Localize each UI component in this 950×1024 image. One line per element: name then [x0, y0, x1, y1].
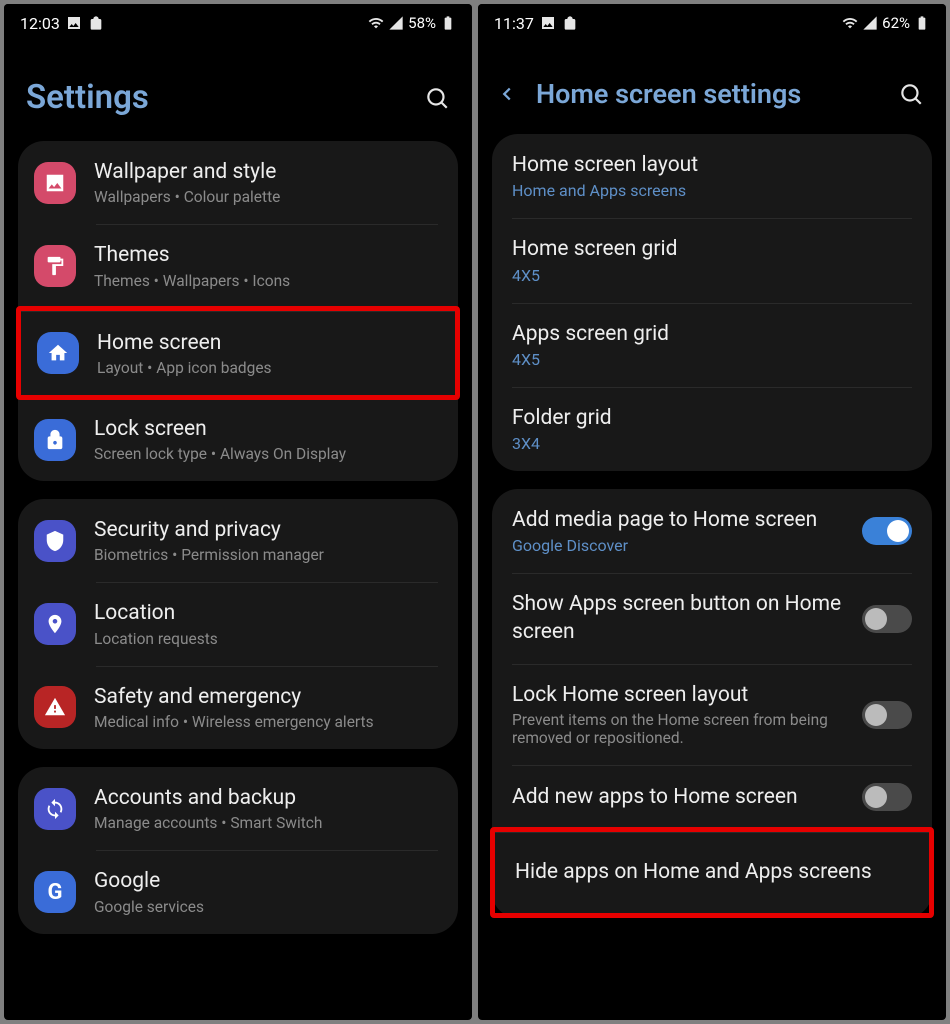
status-bar: 12:03 58%	[4, 4, 472, 42]
item-title: Home screen	[97, 330, 439, 357]
search-icon[interactable]	[898, 81, 924, 107]
item-subtitle: 4X5	[512, 350, 912, 369]
item-title: Accounts and backup	[94, 785, 442, 812]
settings-item-location[interactable]: Location Location requests	[18, 582, 458, 665]
back-icon[interactable]	[496, 83, 518, 105]
item-subtitle: Google Discover	[512, 536, 852, 555]
item-home-grid[interactable]: Home screen grid 4X5	[492, 218, 932, 302]
page-title: Settings	[26, 78, 149, 117]
location-icon	[34, 603, 76, 645]
status-time: 12:03	[20, 14, 60, 33]
search-icon[interactable]	[424, 85, 450, 111]
item-media-page[interactable]: Add media page to Home screen Google Dis…	[492, 489, 932, 573]
settings-item-safety[interactable]: Safety and emergency Medical info • Wire…	[18, 666, 458, 749]
battery-icon	[914, 15, 930, 31]
item-folder-grid[interactable]: Folder grid 3X4	[492, 387, 932, 471]
toggle-show-apps[interactable]	[862, 605, 912, 633]
settings-item-wallpaper[interactable]: Wallpaper and style Wallpapers • Colour …	[18, 141, 458, 224]
image-icon	[540, 15, 556, 31]
image-icon	[66, 15, 82, 31]
item-title: Lock Home screen layout	[512, 682, 852, 709]
home-screen-settings-screen: 11:37 62% Home screen settings Home scre…	[478, 4, 946, 1020]
toggle-add-new[interactable]	[862, 783, 912, 811]
item-subtitle: Medical info • Wireless emergency alerts	[94, 713, 442, 731]
settings-item-security[interactable]: Security and privacy Biometrics • Permis…	[18, 499, 458, 582]
item-title: Google	[94, 868, 442, 895]
item-title: Lock screen	[94, 416, 442, 443]
home-settings-group-options: Add media page to Home screen Google Dis…	[492, 489, 932, 917]
bag-icon	[562, 15, 578, 31]
header: Settings	[4, 42, 472, 141]
status-bar: 11:37 62%	[478, 4, 946, 42]
item-hide-apps[interactable]: Hide apps on Home and Apps screens	[495, 832, 929, 912]
item-title: Security and privacy	[94, 517, 442, 544]
item-subtitle: Layout • App icon badges	[97, 359, 439, 377]
signal-icon	[862, 15, 878, 31]
shield-icon	[34, 520, 76, 562]
settings-group-appearance: Wallpaper and style Wallpapers • Colour …	[18, 141, 458, 481]
wallpaper-icon	[34, 162, 76, 204]
settings-item-themes[interactable]: Themes Themes • Wallpapers • Icons	[18, 224, 458, 307]
settings-content[interactable]: Wallpaper and style Wallpapers • Colour …	[4, 141, 472, 1020]
settings-item-google[interactable]: G Google Google services	[18, 850, 458, 933]
item-title: Home screen layout	[512, 152, 912, 179]
item-title: Folder grid	[512, 405, 912, 432]
item-title: Home screen grid	[512, 236, 912, 263]
header: Home screen settings	[478, 42, 946, 134]
google-icon: G	[34, 871, 76, 913]
page-title: Home screen settings	[536, 78, 801, 110]
item-title: Safety and emergency	[94, 684, 442, 711]
settings-group-security: Security and privacy Biometrics • Permis…	[18, 499, 458, 749]
highlight-hide-apps: Hide apps on Home and Apps screens	[490, 827, 934, 917]
signal-icon	[388, 15, 404, 31]
item-subtitle: 4X5	[512, 266, 912, 285]
status-battery: 58%	[408, 14, 436, 32]
item-title: Show Apps screen button on Home screen	[512, 591, 852, 646]
item-subtitle: Google services	[94, 898, 442, 916]
item-title: Location	[94, 600, 442, 627]
sync-icon	[34, 788, 76, 830]
settings-group-accounts: Accounts and backup Manage accounts • Sm…	[18, 767, 458, 934]
home-settings-group-layout: Home screen layout Home and Apps screens…	[492, 134, 932, 471]
home-icon	[37, 332, 79, 374]
lock-icon	[34, 419, 76, 461]
settings-screen: 12:03 58% Settings Wallpaper and style W…	[4, 4, 472, 1020]
item-title: Add media page to Home screen	[512, 507, 852, 534]
item-subtitle: Wallpapers • Colour palette	[94, 188, 442, 206]
item-subtitle: Screen lock type • Always On Display	[94, 445, 442, 463]
highlight-home-screen: Home screen Layout • App icon badges	[16, 306, 460, 400]
item-subtitle: Manage accounts • Smart Switch	[94, 814, 442, 832]
item-home-layout[interactable]: Home screen layout Home and Apps screens	[492, 134, 932, 218]
item-title: Themes	[94, 242, 442, 269]
item-add-new-apps[interactable]: Add new apps to Home screen	[492, 765, 932, 829]
item-lock-layout[interactable]: Lock Home screen layout Prevent items on…	[492, 664, 932, 765]
item-title: Add new apps to Home screen	[512, 784, 852, 811]
settings-item-accounts[interactable]: Accounts and backup Manage accounts • Sm…	[18, 767, 458, 850]
settings-item-home-screen[interactable]: Home screen Layout • App icon badges	[21, 311, 455, 395]
emergency-icon	[34, 686, 76, 728]
item-apps-grid[interactable]: Apps screen grid 4X5	[492, 303, 932, 387]
status-battery: 62%	[882, 14, 910, 32]
bag-icon	[88, 15, 104, 31]
item-subtitle: Location requests	[94, 630, 442, 648]
home-settings-content[interactable]: Home screen layout Home and Apps screens…	[478, 134, 946, 1020]
item-subtitle: Biometrics • Permission manager	[94, 546, 442, 564]
toggle-media-page[interactable]	[862, 517, 912, 545]
item-subtitle: Home and Apps screens	[512, 181, 912, 200]
item-subtitle: Themes • Wallpapers • Icons	[94, 272, 442, 290]
item-title: Hide apps on Home and Apps screens	[515, 859, 909, 886]
settings-item-lock-screen[interactable]: Lock screen Screen lock type • Always On…	[18, 398, 458, 481]
themes-icon	[34, 245, 76, 287]
wifi-icon	[842, 15, 858, 31]
item-title: Apps screen grid	[512, 321, 912, 348]
item-subtitle: Prevent items on the Home screen from be…	[512, 711, 852, 747]
battery-icon	[440, 15, 456, 31]
wifi-icon	[368, 15, 384, 31]
item-show-apps-button[interactable]: Show Apps screen button on Home screen	[492, 573, 932, 664]
status-time: 11:37	[494, 14, 534, 33]
item-subtitle: 3X4	[512, 434, 912, 453]
toggle-lock-layout[interactable]	[862, 701, 912, 729]
item-title: Wallpaper and style	[94, 159, 442, 186]
